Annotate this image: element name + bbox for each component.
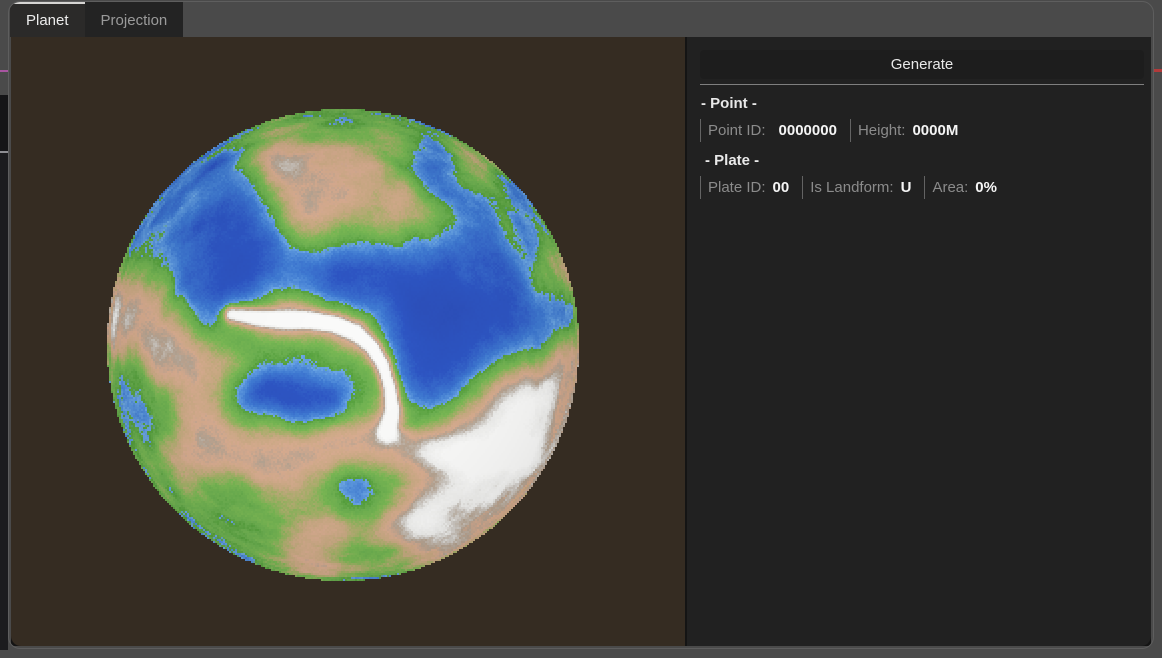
height-field: Height: 0000M [850, 119, 971, 142]
area-value: 0% [975, 179, 997, 196]
screen-edge-magenta-tick [0, 70, 8, 72]
point-id-field: Point ID: 0000000 [700, 119, 850, 142]
area-label: Area: [932, 179, 968, 196]
background-window-sliver [0, 95, 8, 151]
screen-edge-red-tick [1154, 69, 1162, 72]
planet-viewport[interactable] [11, 37, 685, 646]
panel-separator [700, 84, 1144, 85]
plate-section-heading: - Plate - [705, 152, 1144, 169]
planet-generator-window: Planet Projection Generate - Point - Poi… [8, 1, 1154, 649]
area-field: Area: 0% [924, 176, 1010, 199]
is-landform-label: Is Landform: [810, 179, 893, 196]
tab-bar: Planet Projection [9, 2, 1153, 37]
side-panel: Generate - Point - Point ID: 0000000 Hei… [687, 37, 1151, 646]
plate-fields-row: Plate ID: 00 Is Landform: U Area: 0% [700, 176, 1144, 199]
point-id-label: Point ID: [708, 122, 766, 139]
point-section-heading: - Point - [701, 95, 1144, 112]
plate-id-value: 00 [773, 179, 790, 196]
point-fields-row: Point ID: 0000000 Height: 0000M [700, 119, 1144, 142]
planet-globe-canvas[interactable] [107, 109, 579, 581]
height-value: 0000M [912, 122, 958, 139]
background-window-sliver [0, 153, 8, 650]
plate-id-field: Plate ID: 00 [700, 176, 802, 199]
generate-button[interactable]: Generate [700, 50, 1144, 79]
height-label: Height: [858, 122, 906, 139]
tab-planet[interactable]: Planet [10, 2, 85, 37]
is-landform-value: U [901, 179, 912, 196]
is-landform-field: Is Landform: U [802, 176, 924, 199]
window-content: Generate - Point - Point ID: 0000000 Hei… [11, 37, 1151, 646]
tab-projection[interactable]: Projection [85, 2, 184, 37]
point-id-value: 0000000 [779, 122, 837, 139]
plate-id-label: Plate ID: [708, 179, 766, 196]
